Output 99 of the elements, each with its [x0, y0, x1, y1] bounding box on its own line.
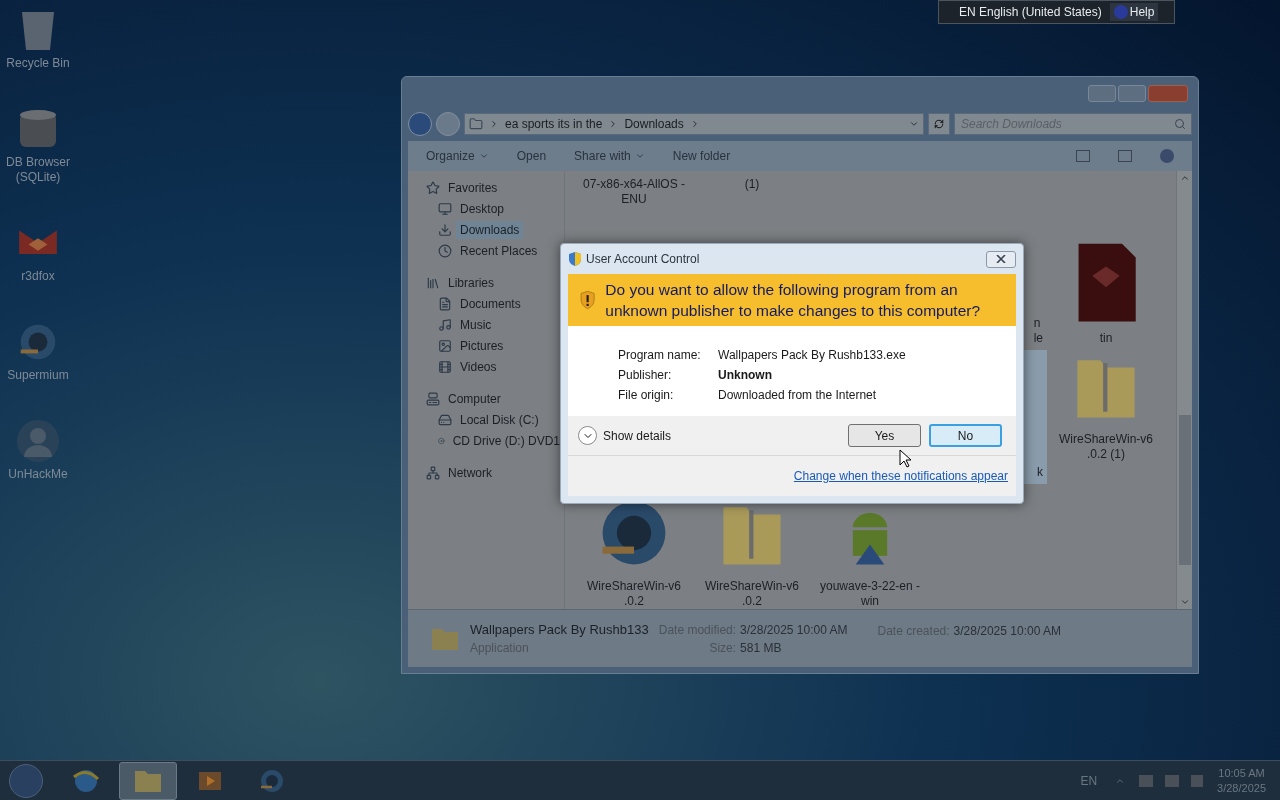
taskbar-app-button[interactable] [119, 761, 177, 800]
property-value: 3/28/2025 10:00 AM [953, 623, 1061, 640]
close-icon [996, 255, 1006, 263]
download-icon [438, 222, 452, 237]
scroll-thumb[interactable] [1178, 415, 1191, 565]
maximize-button[interactable] [1118, 84, 1146, 102]
music-note-icon [438, 317, 452, 332]
chevron-down-icon [578, 426, 597, 445]
help-icon [1113, 5, 1128, 19]
close-button[interactable] [986, 250, 1016, 268]
help-button[interactable]: Help [1109, 3, 1159, 21]
desktop-icon-label[interactable]: r3dfox [1, 269, 75, 284]
language-button[interactable]: EN English (United States) [959, 3, 1102, 21]
field-label: File origin: [618, 387, 675, 404]
date: 3/28/2025 [1217, 780, 1266, 796]
nav-item[interactable]: Downloads [456, 220, 524, 239]
forward-button[interactable] [436, 112, 460, 136]
toolbar-button[interactable]: Organize [426, 147, 489, 165]
dropdown-icon [909, 119, 919, 129]
refresh-button[interactable] [928, 113, 950, 135]
hard-drive-icon [438, 412, 452, 427]
file-name[interactable]: WireShareWin-v6 .0.2 [699, 579, 805, 609]
nav-item[interactable]: Desktop [456, 199, 509, 218]
chevron-icon [489, 119, 499, 129]
flag-icon[interactable] [1139, 774, 1154, 787]
toolbar-button[interactable]: Open [516, 147, 547, 165]
field-value: Wallpapers Pack By Rushb133.exe [718, 347, 907, 364]
file-name[interactable]: WireShareWin-v6 .0.2 [581, 579, 687, 609]
nav-item[interactable]: Recent Places [456, 241, 542, 260]
scrollbar[interactable] [1176, 171, 1192, 609]
address-bar[interactable]: ea sports its in the Downloads [464, 113, 924, 135]
file-name[interactable]: (1) [744, 177, 760, 192]
dialog-button[interactable]: Yes [848, 424, 921, 447]
field-label: Program name: [618, 347, 702, 364]
star-icon [426, 180, 440, 195]
tray-language[interactable]: EN [1080, 771, 1098, 790]
nav-item[interactable]: Videos [456, 357, 501, 376]
time: 10:05 AM [1218, 765, 1265, 781]
property-value: 581 MB [740, 639, 783, 657]
view-button[interactable] [1076, 150, 1090, 162]
field-label: Publisher: [618, 367, 673, 384]
clock[interactable]: 10:05 AM 3/28/2025 [1217, 765, 1266, 796]
film-icon [438, 359, 452, 374]
nav-item[interactable]: Computer [444, 389, 505, 408]
caret-icon [478, 151, 489, 161]
toolbar-button[interactable]: New folder [672, 147, 731, 165]
file-name[interactable]: youwave-3-22-en -win [817, 579, 923, 609]
start-button[interactable] [9, 763, 43, 798]
shield-icon [568, 251, 582, 267]
breadcrumb[interactable]: Downloads [624, 115, 684, 133]
back-button[interactable] [408, 112, 432, 136]
settings-link[interactable]: Change when these notifications appear [793, 467, 1008, 485]
nav-item[interactable]: Local Disk (C:) [456, 410, 543, 429]
network-icon [426, 465, 440, 480]
nav-item[interactable]: Libraries [444, 273, 499, 292]
help-icon[interactable] [1160, 149, 1174, 163]
nav-item[interactable]: CD Drive (D:) DVD1 [448, 431, 564, 450]
file-name[interactable]: 07-x86-x64-AllOS -ENU [581, 177, 687, 207]
scroll-down-icon [1179, 597, 1190, 607]
nav-item[interactable]: Documents [456, 294, 525, 313]
breadcrumb[interactable]: ea sports its in the [505, 115, 603, 133]
person-silhouette-icon [16, 419, 60, 463]
caret-icon [634, 151, 645, 161]
speaker-icon[interactable] [1191, 774, 1204, 787]
refresh-icon [934, 119, 944, 129]
scroll-up-icon [1179, 173, 1190, 183]
file-name[interactable]: WireShareWin-v6 .0.2 (1) [1053, 431, 1159, 462]
nav-item[interactable]: Pictures [456, 336, 508, 355]
desktop-icon-label[interactable]: DB Browser (SQLite) [1, 155, 75, 185]
nav-item[interactable]: Music [456, 315, 496, 334]
dialog-title: User Account Control [586, 251, 700, 268]
file-name: Wallpapers Pack By Rushb133 [470, 620, 649, 639]
file-name[interactable]: k [1037, 464, 1047, 480]
desktop-icon-label[interactable]: Recycle Bin [1, 56, 75, 71]
nav-item[interactable]: Favorites [444, 178, 502, 197]
library-icon [426, 275, 440, 290]
computer-icon [426, 391, 440, 406]
field-value: Downloaded from the Internet [718, 387, 878, 404]
image-icon [438, 338, 452, 353]
toolbar-button[interactable]: Share with [574, 147, 645, 165]
file-name[interactable]: tin [1099, 330, 1113, 346]
folder-icon [469, 117, 483, 131]
field-value: Unknown [718, 367, 773, 384]
mouse-cursor-icon [899, 449, 911, 468]
property-value: 3/28/2025 10:00 AM [740, 621, 848, 639]
search-icon [1174, 118, 1186, 130]
network-icon[interactable] [1165, 774, 1180, 787]
show-details-button[interactable]: Show details [578, 426, 672, 445]
desktop-icon-label[interactable]: Supermium [1, 368, 75, 383]
clock-icon [438, 243, 452, 258]
document-icon [438, 296, 452, 311]
minimize-button[interactable] [1088, 84, 1116, 102]
dialog-button[interactable]: No [929, 424, 1002, 447]
monitor-icon [438, 201, 452, 216]
desktop-icon-label[interactable]: UnHackMe [1, 467, 75, 482]
prompt-question: Do you want to allow the following program from an unknown publisher to make changes to this computer? [605, 280, 982, 321]
preview-pane-button[interactable] [1118, 150, 1132, 162]
file-name[interactable]: n le [1033, 315, 1047, 346]
nav-item[interactable]: Network [444, 463, 496, 482]
